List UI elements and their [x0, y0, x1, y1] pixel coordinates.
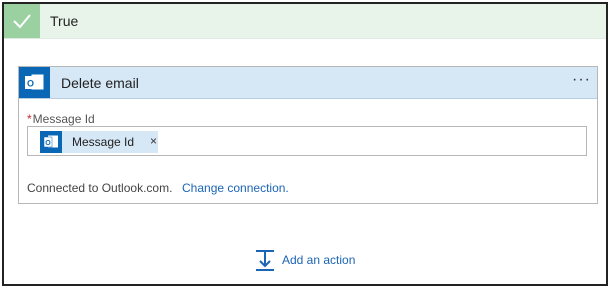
check-icon — [13, 14, 31, 29]
token-label: Message Id — [72, 135, 135, 149]
change-connection-link[interactable]: Change connection. — [182, 181, 289, 195]
more-options-icon[interactable]: ··· — [572, 71, 591, 89]
outlook-icon: O — [40, 131, 62, 153]
message-id-field-label: *Message Id — [27, 112, 95, 126]
action-card-header[interactable]: O Delete email ··· — [19, 67, 597, 99]
delete-email-action-card: O Delete email ··· *Message Id O Message… — [18, 66, 598, 204]
insert-step-icon — [256, 250, 274, 271]
condition-branch-panel: True O Delete email ··· *Message Id O Me… — [2, 2, 608, 286]
action-title: Delete email — [61, 75, 139, 91]
message-id-token[interactable]: O Message Id × — [40, 131, 158, 153]
check-icon-box — [4, 4, 40, 38]
remove-token-icon[interactable]: × — [150, 134, 157, 148]
outlook-icon: O — [19, 67, 50, 98]
required-marker: * — [27, 112, 32, 126]
connection-status: Connected to Outlook.com. — [27, 181, 173, 195]
message-id-input[interactable]: O Message Id × — [27, 126, 587, 156]
svg-text:O: O — [45, 140, 51, 147]
condition-true-header[interactable]: True — [4, 4, 606, 39]
add-action-label: Add an action — [282, 253, 356, 267]
svg-text:O: O — [27, 79, 34, 89]
condition-label: True — [50, 13, 79, 29]
field-label-text: Message Id — [32, 112, 95, 126]
